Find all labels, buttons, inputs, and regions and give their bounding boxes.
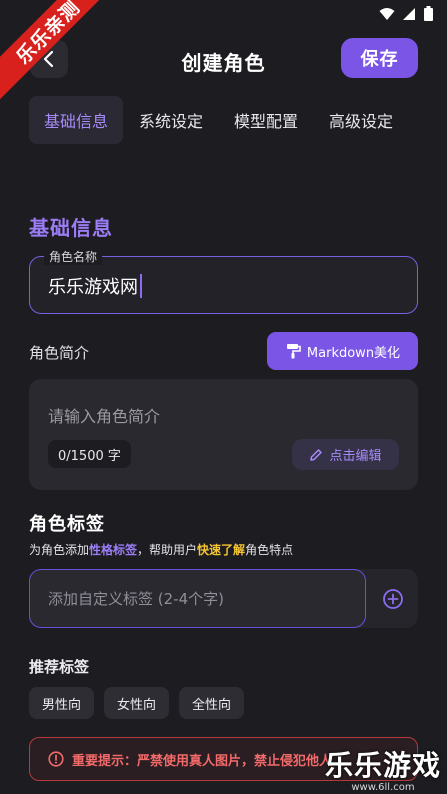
tags-title: 角色标签 bbox=[29, 514, 105, 535]
custom-tag-row: 添加自定义标签 (2-4个字) bbox=[29, 569, 418, 628]
brand-watermark-url: www.6ll.com bbox=[351, 782, 415, 793]
cellular-signal-icon bbox=[403, 7, 415, 20]
tab-system-settings[interactable]: 系统设定 bbox=[124, 96, 218, 144]
character-name-field[interactable]: 角色名称 乐乐游戏网 bbox=[29, 248, 418, 314]
recommended-tag-female[interactable]: 女性向 bbox=[104, 687, 170, 719]
warning-circle-icon bbox=[48, 751, 64, 767]
wifi-icon bbox=[379, 7, 395, 20]
tags-hint-suffix: 角色特点 bbox=[245, 543, 294, 557]
character-name-input[interactable]: 乐乐游戏网 bbox=[48, 273, 142, 299]
add-circle-icon[interactable] bbox=[382, 588, 404, 610]
paint-roller-icon bbox=[286, 344, 301, 359]
char-count-badge: 0/1500 字 bbox=[48, 440, 131, 468]
tab-model-config[interactable]: 模型配置 bbox=[219, 96, 313, 144]
recommended-tag-all[interactable]: 全性向 bbox=[179, 687, 245, 719]
text-caret bbox=[140, 274, 142, 298]
pencil-icon bbox=[310, 448, 323, 461]
status-icons bbox=[379, 6, 433, 21]
brand-watermark: 乐乐游戏 www.6ll.com bbox=[325, 750, 441, 794]
tags-hint: 为角色添加性格标签，帮助用户快速了解角色特点 bbox=[29, 541, 293, 558]
markdown-beautify-button[interactable]: Markdown美化 bbox=[267, 332, 418, 370]
edit-button-label: 点击编辑 bbox=[329, 449, 382, 464]
tab-basic-info[interactable]: 基础信息 bbox=[29, 96, 124, 144]
tags-hint-middle: ，帮助用户 bbox=[137, 543, 198, 557]
header: 创建角色 保存 bbox=[0, 38, 447, 82]
character-name-value: 乐乐游戏网 bbox=[48, 277, 138, 298]
custom-tag-input[interactable]: 添加自定义标签 (2-4个字) bbox=[29, 569, 366, 628]
battery-icon bbox=[424, 6, 433, 21]
intro-placeholder: 请输入角色简介 bbox=[48, 407, 161, 426]
recommended-tag-male[interactable]: 男性向 bbox=[29, 687, 95, 719]
tags-hint-highlight-quick: 快速了解 bbox=[197, 543, 246, 557]
tags-hint-prefix: 为角色添加 bbox=[29, 543, 90, 557]
edit-button[interactable]: 点击编辑 bbox=[292, 439, 399, 470]
warning-text: 重要提示：严禁使用真人图片，禁止侵犯他人 bbox=[72, 753, 333, 769]
tags-hint-highlight-personality: 性格标签 bbox=[89, 543, 138, 557]
recommended-tags-title: 推荐标签 bbox=[29, 658, 90, 676]
character-name-label: 角色名称 bbox=[44, 248, 103, 265]
intro-label: 角色简介 bbox=[29, 344, 90, 362]
recommended-tags: 男性向 女性向 全性向 bbox=[29, 687, 245, 719]
section-title: 基础信息 bbox=[29, 216, 113, 240]
tab-bar: 基础信息 系统设定 模型配置 高级设定 bbox=[29, 96, 409, 144]
tab-advanced-settings[interactable]: 高级设定 bbox=[314, 96, 408, 144]
intro-textarea[interactable]: 请输入角色简介 0/1500 字 点击编辑 bbox=[29, 379, 418, 490]
markdown-button-label: Markdown美化 bbox=[306, 345, 401, 361]
brand-watermark-title: 乐乐游戏 bbox=[324, 749, 441, 782]
save-button[interactable]: 保存 bbox=[341, 38, 418, 78]
